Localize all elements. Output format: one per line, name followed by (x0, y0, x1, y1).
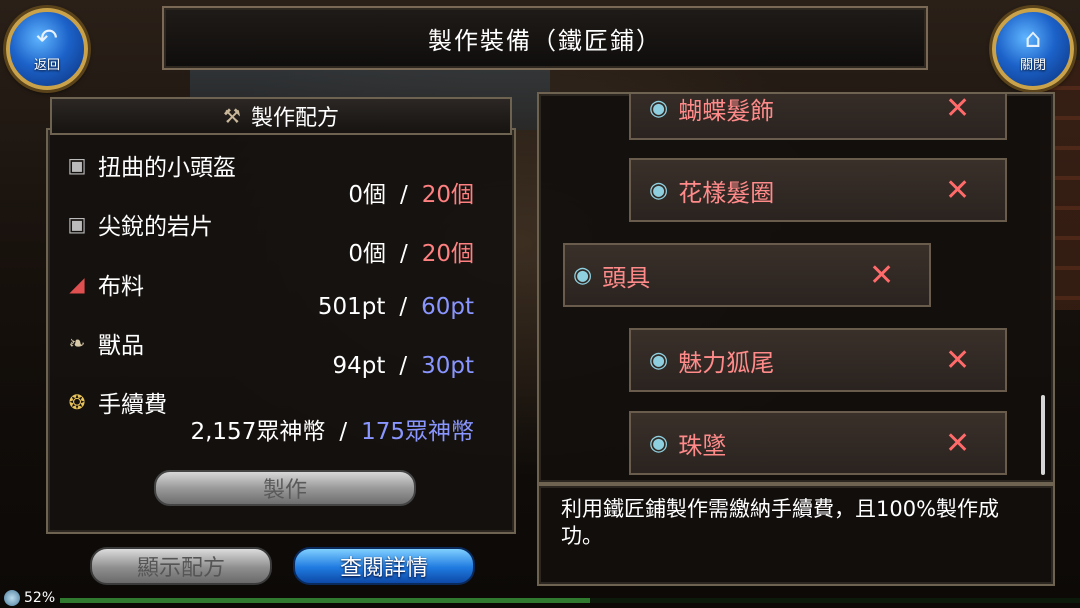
remove-icon[interactable]: ✕ (869, 258, 894, 293)
status-percent: 52% (24, 590, 56, 606)
recipe-header: ⚒ 製作配方 (50, 97, 512, 135)
home-icon: ⌂ (1024, 23, 1042, 54)
close-button[interactable]: ⌂ 關閉 (992, 8, 1074, 90)
description-panel: 利用鐵匠鋪製作需繳納手續費，且100%製作成功。 (537, 484, 1055, 586)
equipment-list-panel: ◉ 蝴蝶髮飾 ✕ ◉ 花樣髮圈 ✕ ◉ 頭具 ✕ ◉ 魅力狐尾 ✕ ◉ 珠墜 ✕ (537, 92, 1055, 484)
material-name: ❂ 手續費 (62, 385, 167, 419)
page-title: 製作裝備（鐵匠鋪） (428, 26, 662, 55)
view-details-button[interactable]: 查閱詳情 (293, 547, 475, 585)
material-name: ▣ 扭曲的小頭盔 (62, 148, 236, 182)
title-bar: 製作裝備（鐵匠鋪） (162, 6, 928, 70)
material-count: 0個/20個 (348, 182, 474, 208)
status-bar: 52% (0, 590, 1080, 608)
material-name: ◢ 布料 (62, 267, 144, 301)
remove-icon[interactable]: ✕ (945, 94, 970, 126)
description-text: 利用鐵匠鋪製作需繳納手續費，且100%製作成功。 (561, 497, 1000, 548)
material-count: 94pt/30pt (332, 353, 474, 379)
hat-icon: ◉ (649, 430, 669, 456)
list-item-selected[interactable]: ◉ 頭具 ✕ (563, 243, 931, 307)
list-item[interactable]: ◉ 蝴蝶髮飾 ✕ (629, 94, 1007, 140)
remove-icon[interactable]: ✕ (945, 173, 970, 208)
show-recipe-button[interactable]: 顯示配方 (90, 547, 272, 585)
material-count: 501pt/60pt (317, 294, 474, 320)
material-count: 2,157眾神幣/175眾神幣 (190, 419, 474, 445)
material-name: ❧ 獸品 (62, 326, 144, 360)
helmet-icon: ▣ (67, 153, 87, 177)
list-item[interactable]: ◉ 珠墜 ✕ (629, 411, 1007, 475)
progress-fill (60, 598, 591, 603)
cloth-icon: ◢ (69, 272, 85, 296)
hat-icon: ◉ (649, 177, 669, 203)
anvil-icon: ⚒ (223, 104, 241, 128)
coins-icon: ❂ (68, 390, 86, 414)
material-count: 0個/20個 (348, 241, 474, 267)
list-scrollbar[interactable] (1041, 395, 1045, 475)
craft-button[interactable]: 製作 (154, 470, 416, 506)
list-item[interactable]: ◉ 魅力狐尾 ✕ (629, 328, 1007, 392)
hat-icon: ◉ (649, 347, 669, 373)
remove-icon[interactable]: ✕ (945, 426, 970, 461)
back-label: 返回 (33, 57, 60, 73)
material-name: ▣ 尖銳的岩片 (62, 207, 213, 241)
close-label: 關閉 (1019, 57, 1046, 73)
hat-icon: ◉ (573, 262, 593, 288)
back-arrow-icon: ↶ (36, 23, 58, 54)
back-button[interactable]: ↶ 返回 (6, 8, 88, 90)
remove-icon[interactable]: ✕ (945, 343, 970, 378)
rock-icon: ▣ (67, 212, 87, 236)
hat-icon: ◉ (649, 95, 669, 121)
fang-icon: ❧ (68, 331, 86, 355)
recipe-title: 製作配方 (250, 106, 339, 131)
orb-icon (4, 590, 20, 606)
progress-bar (60, 598, 1080, 603)
list-item[interactable]: ◉ 花樣髮圈 ✕ (629, 158, 1007, 222)
